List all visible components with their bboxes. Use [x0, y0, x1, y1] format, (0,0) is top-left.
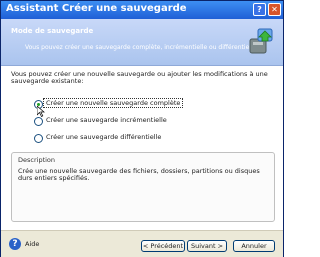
cancel-button[interactable]: Annuler	[233, 240, 275, 252]
backup-wizard-icon	[249, 28, 273, 54]
wizard-content: Vous pouvez créer une nouvelle sauvegard…	[1, 66, 283, 230]
header-title: Mode de sauvegarde	[11, 27, 94, 35]
title-bar: Assistant Créer une sauvegarde ? ✕	[1, 1, 283, 19]
option-label-full-backup[interactable]: Créer une nouvelle sauvegarde complète	[42, 98, 184, 108]
option-label-incremental-backup[interactable]: Créer une sauvegarde incrémentielle	[46, 116, 167, 124]
description-box: Description Crée une nouvelle sauvegarde…	[11, 152, 275, 222]
help-link[interactable]: Aide	[25, 240, 39, 248]
radio-incremental-backup[interactable]	[34, 117, 43, 126]
next-button[interactable]: Suivant >	[187, 240, 227, 252]
option-label-differential-backup[interactable]: Créer une sauvegarde différentielle	[46, 133, 161, 141]
intro-text: Vous pouvez créer une nouvelle sauvegard…	[11, 70, 268, 85]
help-icon[interactable]: ?	[9, 238, 21, 250]
description-text: Crée une nouvelle sauvegarde des fichier…	[18, 167, 260, 182]
title-help-button[interactable]: ?	[253, 3, 266, 16]
previous-button[interactable]: < Précédent	[141, 240, 185, 252]
header-subtitle: Vous pouvez créer une sauvegarde complèt…	[25, 44, 259, 51]
window-title: Assistant Créer une sauvegarde	[6, 3, 187, 14]
wizard-header: Mode de sauvegarde Vous pouvez créer une…	[1, 19, 283, 66]
close-button[interactable]: ✕	[268, 3, 281, 16]
description-title: Description	[18, 156, 56, 164]
mouse-cursor-icon	[37, 106, 45, 117]
wizard-window: Assistant Créer une sauvegarde ? ✕ Mode …	[0, 0, 284, 257]
radio-differential-backup[interactable]	[34, 134, 43, 143]
wizard-footer: ? Aide < Précédent Suivant > Annuler	[1, 230, 283, 257]
